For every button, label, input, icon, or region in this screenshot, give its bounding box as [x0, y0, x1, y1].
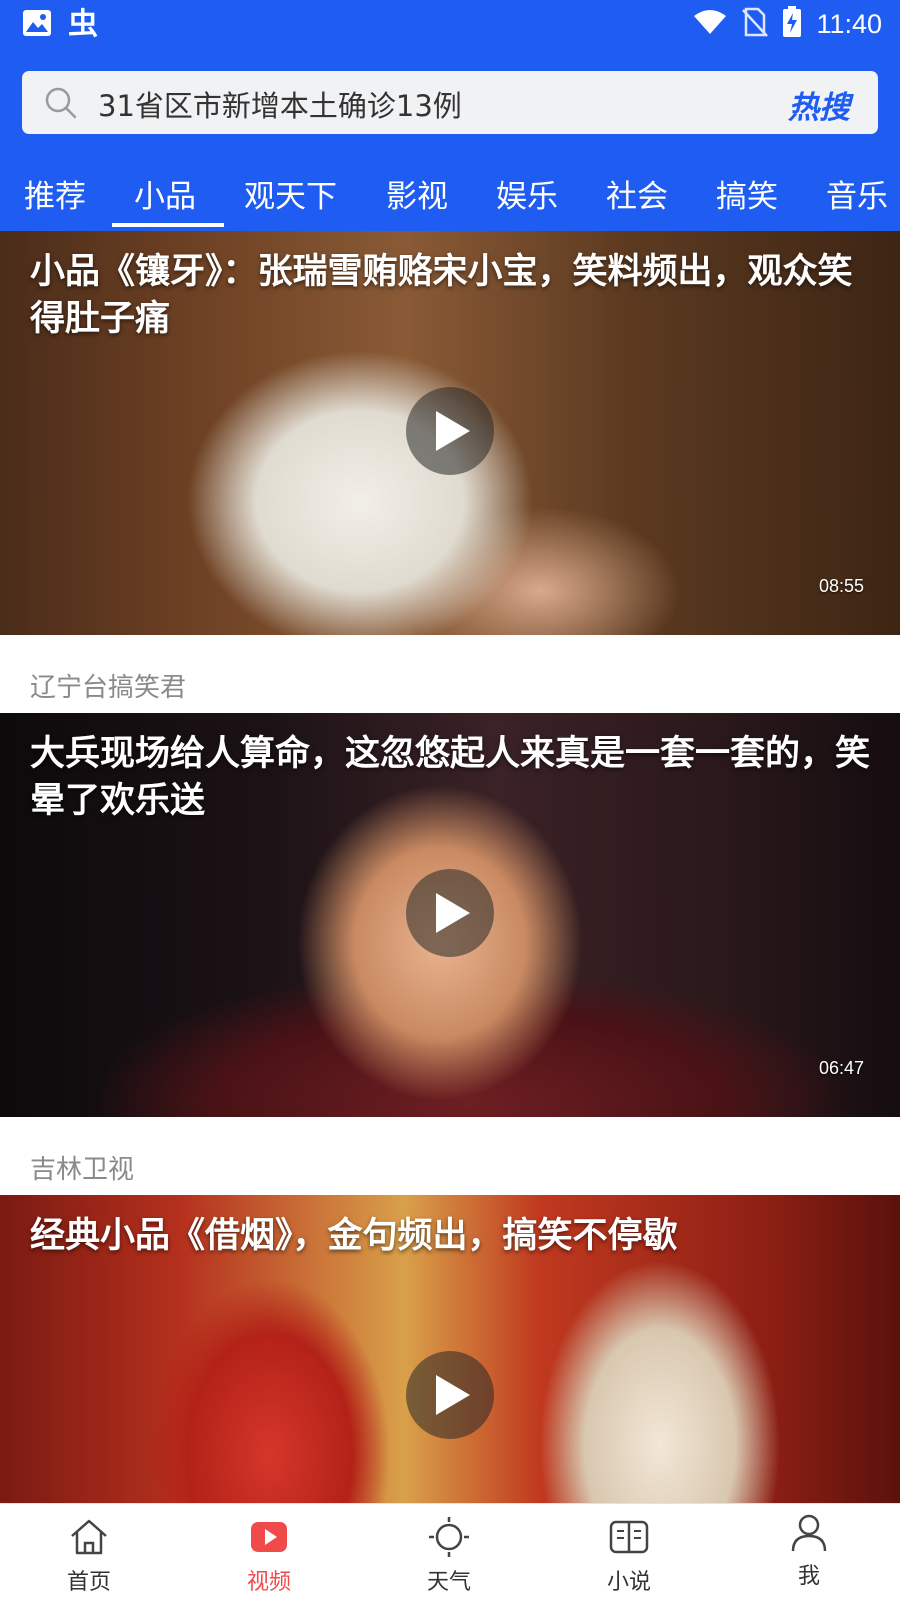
video-title: 经典小品《借烟》，金句频出，搞笑不停歇 — [30, 1216, 678, 1256]
play-button[interactable] — [406, 1351, 494, 1439]
battery-charging-icon — [782, 6, 802, 42]
tab-music[interactable]: 音乐 — [826, 171, 888, 216]
no-sim-icon — [742, 7, 769, 41]
nav-weather-label: 天气 — [426, 1570, 471, 1595]
home-icon — [71, 1519, 107, 1555]
tab-world[interactable]: 观天下 — [244, 171, 337, 216]
video-play-icon — [251, 1522, 287, 1552]
play-button[interactable] — [406, 387, 494, 475]
nav-home-label: 首页 — [66, 1570, 111, 1595]
video-title: 小品《镶牙》：张瑞雪贿赂宋小宝，笑料频出，观众笑得肚子痛 — [30, 252, 853, 339]
nav-me[interactable]: 我 — [749, 1504, 869, 1600]
video-thumbnail[interactable]: 小品《镶牙》：张瑞雪贿赂宋小宝，笑料频出，观众笑得肚子痛 08:55 — [0, 231, 900, 635]
active-tab-indicator — [112, 223, 224, 227]
nav-weather[interactable]: 天气 — [389, 1504, 509, 1600]
video-thumbnail[interactable]: 经典小品《借烟》，金句频出，搞笑不停歇 — [0, 1195, 900, 1503]
category-tabs: 推荐 小品 观天下 影视 娱乐 社会 搞笑 音乐 — [0, 165, 900, 231]
nav-novel[interactable]: 小说 — [569, 1504, 689, 1600]
tab-entertainment[interactable]: 娱乐 — [496, 171, 558, 216]
nav-home[interactable]: 首页 — [29, 1504, 149, 1600]
nav-me-label: 我 — [797, 1564, 820, 1589]
video-duration: 08:55 — [818, 576, 864, 596]
tab-funny[interactable]: 搞笑 — [716, 171, 778, 216]
nav-novel-label: 小说 — [606, 1570, 651, 1595]
status-time: 11:40 — [816, 8, 882, 39]
wifi-icon — [692, 8, 728, 40]
video-card[interactable]: 大兵现场给人算命，这忽悠起人来真是一套一套的，笑晕了欢乐送 06:47 吉林卫视 — [0, 713, 900, 1195]
hot-search-button[interactable]: 热搜 — [788, 82, 850, 127]
sun-icon — [429, 1517, 469, 1557]
video-source[interactable]: 辽宁台搞笑君 — [30, 667, 186, 704]
play-icon — [436, 893, 470, 933]
search-icon — [44, 86, 78, 124]
play-button[interactable] — [406, 869, 494, 957]
person-icon — [791, 1514, 827, 1552]
video-thumbnail[interactable]: 大兵现场给人算命，这忽悠起人来真是一套一套的，笑晕了欢乐送 06:47 — [0, 713, 900, 1117]
tab-sketch[interactable]: 小品 — [134, 171, 196, 216]
play-icon — [436, 1375, 470, 1415]
search-query[interactable]: 31省区市新增本土确诊13例 — [98, 83, 462, 125]
app-header: 虫 11:40 31省区市新增本土确诊13例 热搜 推荐 小品 观天下 影视 娱… — [0, 0, 900, 231]
tab-film-tv[interactable]: 影视 — [386, 171, 448, 216]
bottom-nav: 首页 视频 天气 小说 我 — [0, 1503, 900, 1600]
image-icon — [22, 9, 52, 41]
play-icon — [436, 411, 470, 451]
video-title: 大兵现场给人算命，这忽悠起人来真是一套一套的，笑晕了欢乐送 — [30, 734, 871, 821]
status-bar: 虫 11:40 — [0, 0, 900, 50]
search-bar[interactable]: 31省区市新增本土确诊13例 热搜 — [22, 71, 878, 134]
tab-society[interactable]: 社会 — [606, 171, 668, 216]
video-card[interactable]: 小品《镶牙》：张瑞雪贿赂宋小宝，笑料频出，观众笑得肚子痛 08:55 辽宁台搞笑… — [0, 231, 900, 713]
video-duration: 06:47 — [818, 1058, 864, 1078]
video-card[interactable]: 经典小品《借烟》，金句频出，搞笑不停歇 — [0, 1195, 900, 1503]
book-icon — [609, 1520, 649, 1554]
video-source[interactable]: 吉林卫视 — [30, 1149, 134, 1186]
tab-recommend[interactable]: 推荐 — [24, 171, 86, 216]
bug-app-icon: 虫 — [68, 7, 98, 42]
nav-video-label: 视频 — [246, 1570, 291, 1595]
nav-video[interactable]: 视频 — [209, 1504, 329, 1600]
